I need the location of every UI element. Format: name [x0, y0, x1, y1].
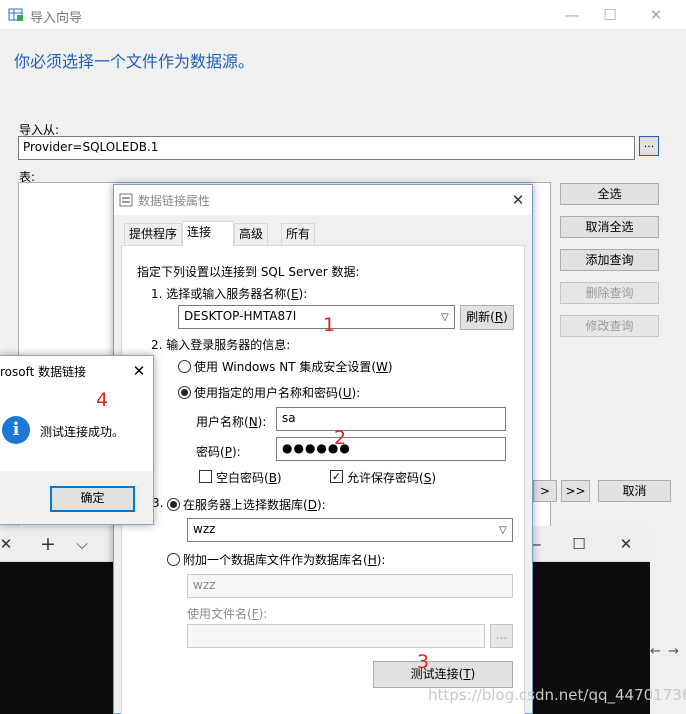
specific-credentials-radio[interactable] [178, 386, 191, 399]
next-button[interactable]: > [533, 480, 557, 502]
close-icon[interactable]: ✕ [644, 3, 668, 27]
nt-security-radio[interactable] [178, 360, 191, 373]
attach-db-input[interactable]: wzz [187, 574, 513, 598]
tab-close-icon[interactable]: ✕ [0, 532, 18, 556]
server-name-value: DESKTOP-HMTA87I [184, 309, 297, 323]
chevron-down-icon[interactable]: ⌵ [70, 532, 94, 556]
minimize-icon[interactable]: — [560, 3, 584, 27]
dialog-titlebar: 数据链接属性 ✕ [114, 185, 532, 215]
add-query-button[interactable]: 添加查询 [560, 249, 659, 271]
last-button[interactable]: >> [561, 480, 590, 502]
chevron-down-icon[interactable]: ▽ [499, 525, 507, 536]
username-label: 用户名称(N): [196, 415, 267, 429]
wizard-titlebar: 导入向导 — ☐ ✕ [0, 0, 686, 30]
step1-label: 1. 选择或输入服务器名称(E): [151, 287, 308, 301]
terminal-maximize-icon[interactable]: ☐ [567, 532, 591, 556]
info-icon: i [2, 416, 30, 444]
nt-security-label: 使用 Windows NT 集成安全设置(W) [194, 360, 393, 374]
new-tab-icon[interactable]: + [36, 532, 60, 556]
annotation-1: 1 [323, 314, 336, 336]
dialog-close-icon[interactable]: ✕ [506, 188, 530, 212]
test-success-message-box: rosoft 数据链接 ✕ i 测试连接成功。 确定 [0, 355, 154, 525]
deselect-all-button[interactable]: 取消全选 [560, 216, 659, 238]
filename-input[interactable] [187, 624, 485, 648]
attach-db-label: 附加一个数据库文件作为数据库名(H): [183, 553, 386, 567]
tab-advanced[interactable]: 高级 [234, 223, 269, 245]
select-all-button[interactable]: 全选 [560, 183, 659, 205]
message-box-close-icon[interactable]: ✕ [128, 359, 150, 383]
blank-password-checkbox[interactable] [199, 470, 212, 483]
provider-input[interactable]: Provider=SQLOLEDB.1 [18, 136, 635, 160]
chevron-down-icon[interactable]: ▽ [441, 312, 449, 323]
message-text: 测试连接成功。 [40, 425, 125, 439]
table-app-icon [8, 8, 23, 21]
refresh-button[interactable]: 刷新(R) [460, 305, 514, 330]
tab-connection[interactable]: 连接 [182, 221, 234, 246]
step2-label: 2. 输入登录服务器的信息: [151, 338, 291, 352]
tab-provider[interactable]: 提供程序 [124, 223, 183, 245]
arrow-left-icon[interactable]: ← [650, 644, 661, 659]
annotation-3: 3 [417, 651, 430, 673]
filename-browse-button[interactable]: ... [490, 624, 513, 648]
browse-button[interactable]: ... [639, 136, 659, 156]
connection-intro: 指定下列设置以连接到 SQL Server 数据: [137, 265, 360, 279]
data-link-properties-dialog: 数据链接属性 ✕ 提供程序 连接 高级 所有 指定下列设置以连接到 SQL Se… [113, 184, 533, 714]
data-link-icon [119, 193, 133, 207]
server-name-combo[interactable]: DESKTOP-HMTA87I ▽ [178, 305, 455, 329]
watermark: https://blog.csdn.net/qq_44701736 [428, 686, 686, 704]
cancel-button[interactable]: 取消 [598, 480, 671, 502]
message-box-title: rosoft 数据链接 [0, 365, 87, 379]
tab-all[interactable]: 所有 [281, 223, 316, 245]
wizard-title: 导入向导 [30, 11, 83, 26]
attach-db-radio[interactable] [167, 553, 180, 566]
message-box-titlebar: rosoft 数据链接 ✕ [0, 356, 153, 386]
wizard-heading: 你必须选择一个文件作为数据源。 [14, 52, 255, 71]
specific-credentials-label: 使用指定的用户名称和密码(U): [194, 386, 361, 400]
filename-label: 使用文件名(F): [187, 607, 268, 621]
test-connection-button[interactable]: 测试连接(T) [373, 661, 513, 688]
dialog-title: 数据链接属性 [138, 194, 211, 208]
message-box-body: i 测试连接成功。 [0, 386, 153, 471]
allow-save-password-checkbox[interactable]: ✓ [330, 470, 343, 483]
annotation-2: 2 [334, 427, 347, 449]
select-database-radio[interactable] [167, 498, 180, 511]
database-combo[interactable]: wzz ▽ [187, 518, 513, 542]
maximize-icon[interactable]: ☐ [598, 3, 622, 27]
database-value: wzz [193, 522, 216, 536]
password-input[interactable]: ●●●●●● [276, 437, 506, 461]
arrow-right-icon[interactable]: → [668, 644, 679, 659]
blank-password-label: 空白密码(B) [216, 471, 282, 485]
delete-query-button[interactable]: 删除查询 [560, 282, 659, 304]
password-label: 密码(P): [196, 445, 241, 459]
username-input[interactable]: sa [276, 407, 506, 431]
select-database-label: 在服务器上选择数据库(D): [183, 498, 326, 512]
ok-button[interactable]: 确定 [50, 486, 135, 512]
allow-save-password-label: 允许保存密码(S) [347, 471, 436, 485]
modify-query-button[interactable]: 修改查询 [560, 315, 659, 337]
annotation-4: 4 [96, 389, 109, 411]
terminal-close-icon[interactable]: ✕ [614, 532, 638, 556]
